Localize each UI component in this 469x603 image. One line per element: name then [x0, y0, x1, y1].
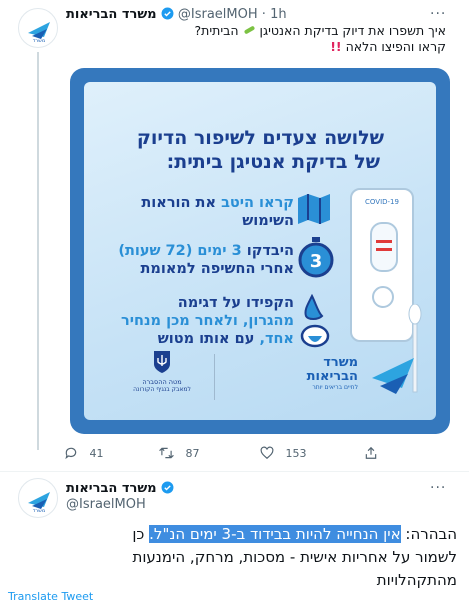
more-options-icon[interactable]: ··· — [430, 6, 446, 22]
stopwatch-number: 3 — [310, 251, 323, 272]
more-options-icon[interactable]: ··· — [430, 480, 446, 496]
display-name[interactable]: משרד הבריאות — [66, 481, 157, 496]
test-tube-icon — [244, 26, 255, 34]
retweet-icon — [159, 447, 174, 459]
moh-logo-text-line1: משרד — [323, 355, 358, 370]
tweet-text-line: קראו והפיצו הלאה !! — [330, 39, 446, 54]
moh-logo-icon: משרד — [28, 22, 50, 44]
timestamp[interactable]: 1h — [270, 7, 287, 22]
double-exclamation-icon: !! — [330, 39, 342, 54]
tweet2-line2: לשמור על אחריות אישית - מסכות, מרחק, הימ… — [132, 548, 457, 566]
verified-badge-icon — [161, 481, 174, 494]
translate-tweet-link[interactable]: Translate Tweet — [8, 590, 93, 603]
tweet-divider — [0, 471, 469, 472]
campaign-logo-line1: מטה ההסברה — [142, 378, 182, 386]
moh-logo-slogan: לחיים בריאים יותר — [312, 384, 358, 391]
infographic-title-line2: של בדיקת אנטיגן ביתית: — [166, 151, 380, 173]
infographic-title-line1: שלושה צעדים לשיפור הדיוק — [136, 127, 384, 149]
handle[interactable]: @IsraelMOH — [66, 497, 146, 512]
share-button[interactable] — [364, 446, 378, 460]
stopwatch-icon: 3 — [298, 237, 334, 278]
step3-highlight: אחד, — [259, 331, 294, 347]
reply-icon — [65, 447, 77, 460]
thread-line — [37, 52, 39, 450]
like-button[interactable]: 153 — [260, 446, 307, 460]
nose-mouth-icon — [300, 294, 330, 348]
step1-text: את הוראות — [141, 195, 217, 211]
step2-highlight: 3 ימים (72 שעות) — [118, 243, 242, 259]
share-icon — [365, 446, 377, 459]
step1-line2: השימוש — [242, 213, 294, 229]
step3-text: עם אותו מטוש — [157, 331, 255, 347]
step2-text: היבדקו — [246, 243, 294, 259]
avatar[interactable]: משרד — [18, 478, 58, 518]
handle[interactable]: @IsraelMOH — [178, 7, 258, 22]
step1-highlight: קראו היטב — [221, 195, 294, 211]
retweet-count: 87 — [185, 447, 200, 460]
step3-line2: מהגרון, ולאחר מכן מנחיר — [121, 313, 294, 329]
step2-line2: אחרי החשיפה למאומת — [140, 261, 295, 277]
step3-line1: הקפידו על דגימה — [177, 295, 294, 311]
verified-badge-icon — [161, 7, 174, 20]
map-icon — [298, 194, 330, 224]
moh-logo-text-line2: הבריאות — [306, 369, 358, 384]
avatar[interactable]: משרד — [18, 8, 58, 48]
tweet2-line1: הבהרה: אין הנחייה להיות בבידוד ב-3 ימים … — [132, 525, 457, 543]
tweet2-line3: מהתקהלויות — [376, 571, 457, 589]
infographic-image[interactable]: שלושה צעדים לשיפור הדיוק של בדיקת אנטיגן… — [70, 68, 450, 434]
like-count: 153 — [285, 447, 307, 460]
menorah-emblem-icon — [154, 351, 170, 373]
logos-divider — [214, 354, 215, 400]
svg-text:משרד: משרד — [33, 38, 46, 44]
campaign-logo-line2: למאבק בנגיף הקורונה — [133, 386, 191, 393]
reply-count: 41 — [89, 447, 104, 460]
reply-button[interactable]: 41 — [64, 446, 104, 460]
retweet-button[interactable]: 87 — [159, 446, 200, 460]
display-name[interactable]: משרד הבריאות — [66, 7, 157, 22]
heart-icon — [260, 446, 274, 460]
moh-logo-icon: משרד — [28, 492, 50, 514]
tweet-text-line: איך תשפרו את דיוק בדיקת האנטיגן הביתית? — [194, 23, 446, 38]
highlighted-text: אין הנחייה להיות בבידוד ב-3 ימים הנ"ל. — [149, 525, 401, 543]
svg-text:משרד: משרד — [33, 508, 46, 514]
